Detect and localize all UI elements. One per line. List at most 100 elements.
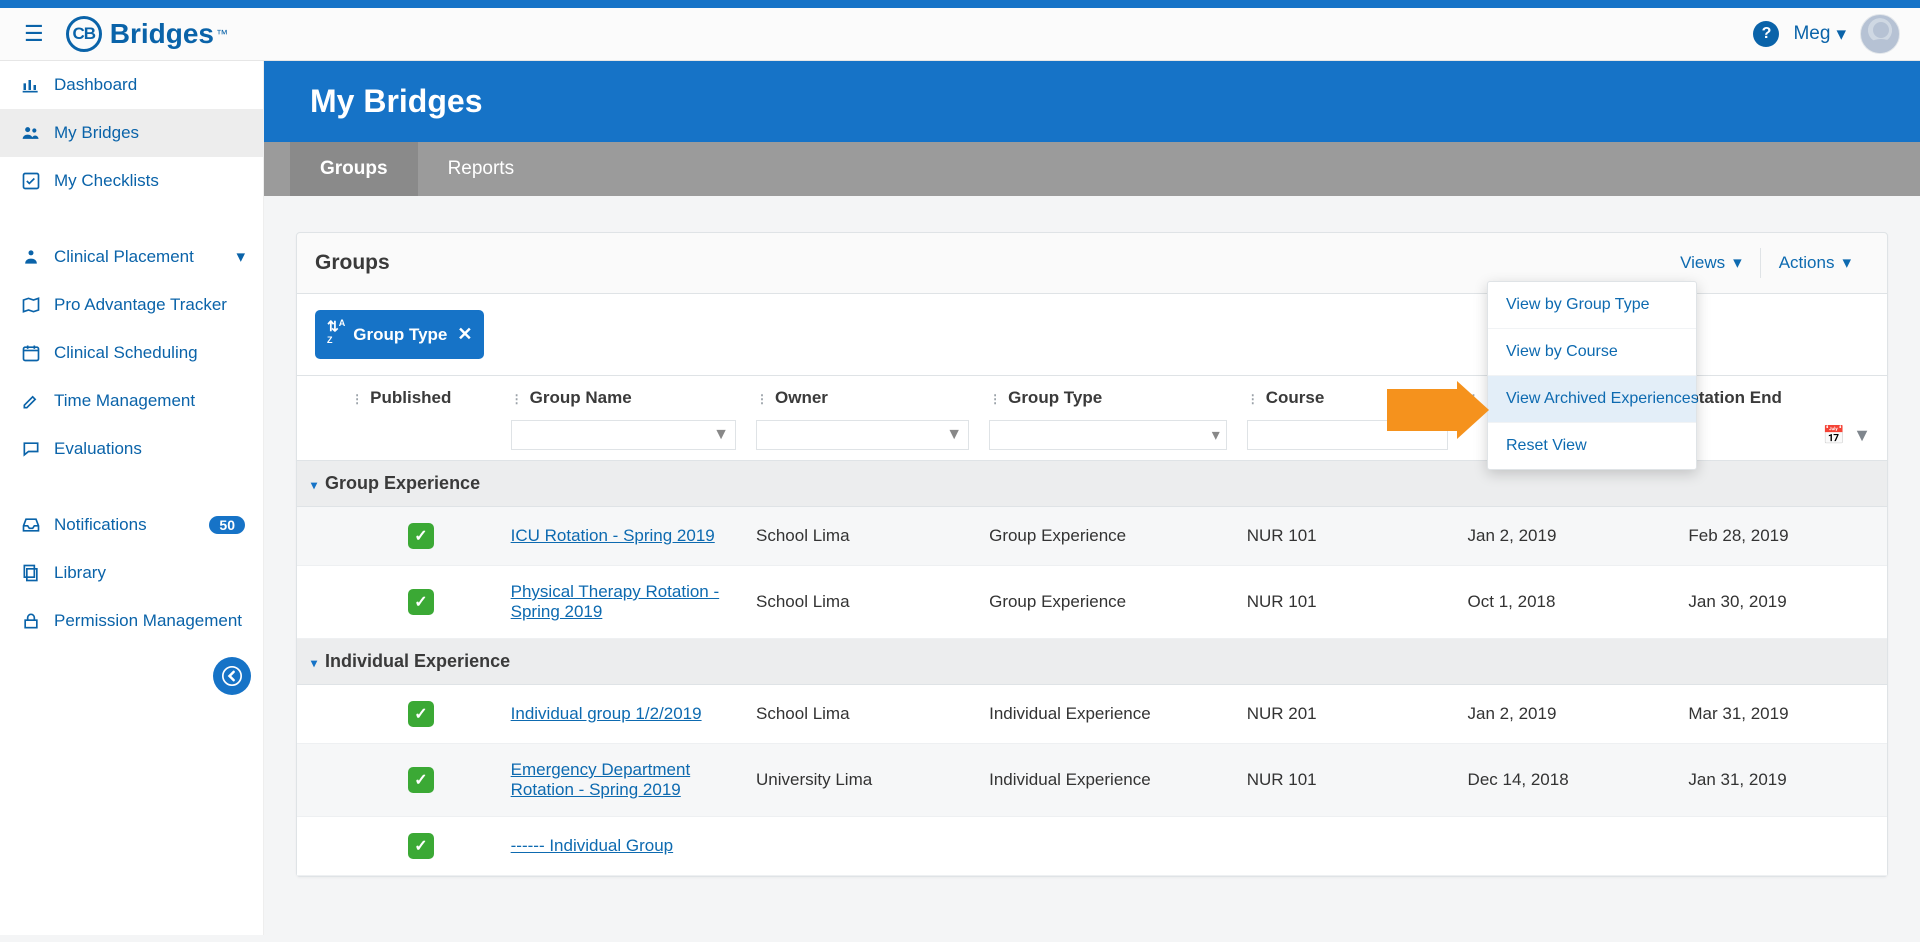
end-cell: Mar 31, 2019: [1678, 685, 1887, 744]
sidebar-item-clinical-placement[interactable]: Clinical Placement ▾: [0, 233, 263, 281]
published-check-icon: ✓: [408, 767, 434, 793]
chip-label: Group Type: [353, 325, 447, 345]
group-header-individual-experience[interactable]: ▾Individual Experience: [297, 639, 1887, 685]
menu-item-view-by-group-type[interactable]: View by Group Type: [1488, 282, 1696, 329]
col-published[interactable]: ⋮Published: [341, 376, 500, 416]
sidebar-item-time-management[interactable]: Time Management: [0, 377, 263, 425]
course-cell: NUR 101: [1237, 507, 1458, 566]
published-check-icon: ✓: [408, 833, 434, 859]
caret-down-icon: ▾: [311, 478, 317, 492]
published-check-icon: ✓: [408, 523, 434, 549]
sidebar-item-evaluations[interactable]: Evaluations: [0, 425, 263, 473]
sidebar-item-pro-advantage-tracker[interactable]: Pro Advantage Tracker: [0, 281, 263, 329]
tab-strip: Groups Reports: [264, 142, 1920, 196]
group-name-link[interactable]: Individual group 1/2/2019: [511, 704, 702, 723]
type-cell: [979, 817, 1237, 876]
col-group-name[interactable]: ⋮Group Name: [501, 376, 746, 416]
owner-cell: School Lima: [746, 566, 979, 639]
col-group-type[interactable]: ⋮Group Type: [979, 376, 1237, 416]
owner-cell: School Lima: [746, 507, 979, 566]
menu-toggle-icon[interactable]: ☰: [14, 15, 54, 53]
sidebar-item-permission-management[interactable]: Permission Management: [0, 597, 263, 645]
users-icon: [18, 123, 44, 143]
group-name-link[interactable]: Physical Therapy Rotation - Spring 2019: [511, 582, 720, 621]
views-dropdown-button[interactable]: Views ▾: [1662, 245, 1760, 281]
table-row[interactable]: ✓ Physical Therapy Rotation - Spring 201…: [297, 566, 1887, 639]
checklist-icon: [18, 171, 44, 191]
sidebar: Dashboard My Bridges My Checklists Clini…: [0, 61, 264, 935]
page-title-bar: My Bridges: [264, 61, 1920, 142]
start-cell: Dec 14, 2018: [1458, 744, 1679, 817]
tab-label: Reports: [448, 158, 515, 179]
caret-down-icon: ▾: [1733, 253, 1742, 273]
menu-item-view-archived-experiences[interactable]: View Archived Experiences: [1488, 376, 1696, 423]
chevron-down-icon: ▾: [236, 247, 245, 267]
sidebar-item-clinical-scheduling[interactable]: Clinical Scheduling: [0, 329, 263, 377]
course-cell: NUR 101: [1237, 744, 1458, 817]
sidebar-item-my-checklists[interactable]: My Checklists: [0, 157, 263, 205]
actions-dropdown-button[interactable]: Actions ▾: [1761, 245, 1869, 281]
menu-item-label: Reset View: [1506, 437, 1587, 454]
table-row[interactable]: ✓ ------ Individual Group: [297, 817, 1887, 876]
sidebar-item-label: My Checklists: [54, 171, 159, 191]
brand-logo[interactable]: CB Bridges™: [66, 16, 228, 52]
menu-item-label: View by Course: [1506, 343, 1618, 360]
calendar-icon: [18, 343, 44, 363]
filter-owner[interactable]: ▼: [756, 420, 969, 450]
table-row[interactable]: ✓ Emergency Department Rotation - Spring…: [297, 744, 1887, 817]
sidebar-item-library[interactable]: Library: [0, 549, 263, 597]
sidebar-item-notifications[interactable]: Notifications 50: [0, 501, 263, 549]
app-header: ☰ CB Bridges™ ? Meg ▾: [0, 8, 1920, 61]
sidebar-item-label: Time Management: [54, 391, 195, 411]
end-cell: [1678, 817, 1887, 876]
collapse-sidebar-button[interactable]: [213, 657, 251, 695]
col-rotation-end[interactable]: otation End: [1678, 376, 1887, 416]
user-name: Meg: [1793, 23, 1830, 45]
filter-group-type[interactable]: ▾: [989, 420, 1227, 450]
type-cell: Individual Experience: [979, 685, 1237, 744]
type-cell: Group Experience: [979, 566, 1237, 639]
menu-item-label: View by Group Type: [1506, 296, 1650, 313]
sidebar-item-label: Evaluations: [54, 439, 142, 459]
table-row[interactable]: ✓ Individual group 1/2/2019 School Lima …: [297, 685, 1887, 744]
col-owner[interactable]: ⋮Owner: [746, 376, 979, 416]
sidebar-item-label: Notifications: [54, 515, 147, 535]
sidebar-item-dashboard[interactable]: Dashboard: [0, 61, 263, 109]
menu-item-reset-view[interactable]: Reset View: [1488, 423, 1696, 469]
start-cell: [1458, 817, 1679, 876]
top-accent-bar: [0, 0, 1920, 8]
date-filter-icons[interactable]: 📅▼: [1688, 425, 1877, 446]
tab-groups[interactable]: Groups: [290, 142, 418, 196]
group-name-link[interactable]: Emergency Department Rotation - Spring 2…: [511, 760, 691, 799]
group-name-link[interactable]: ICU Rotation - Spring 2019: [511, 526, 715, 545]
start-cell: Jan 2, 2019: [1458, 685, 1679, 744]
help-icon[interactable]: ?: [1753, 21, 1779, 47]
sidebar-item-label: Dashboard: [54, 75, 137, 95]
sidebar-item-label: Clinical Placement: [54, 247, 194, 267]
table-row[interactable]: ✓ ICU Rotation - Spring 2019 School Lima…: [297, 507, 1887, 566]
caret-down-icon: ▾: [1836, 23, 1846, 46]
brand-tm: ™: [216, 27, 228, 41]
type-cell: Group Experience: [979, 507, 1237, 566]
start-cell: Oct 1, 2018: [1458, 566, 1679, 639]
start-cell: Jan 2, 2019: [1458, 507, 1679, 566]
filter-course[interactable]: [1247, 420, 1448, 450]
brand-mark-icon: CB: [66, 16, 102, 52]
user-menu[interactable]: Meg ▾: [1793, 23, 1846, 46]
course-cell: [1237, 817, 1458, 876]
filter-group-name[interactable]: ▼: [511, 420, 736, 450]
views-menu: View by Group Type View by Course View A…: [1487, 281, 1697, 470]
col-course[interactable]: ⋮Course: [1237, 376, 1458, 416]
tab-reports[interactable]: Reports: [418, 142, 545, 196]
menu-item-view-by-course[interactable]: View by Course: [1488, 329, 1696, 376]
sidebar-item-my-bridges[interactable]: My Bridges: [0, 109, 263, 157]
end-cell: Jan 31, 2019: [1678, 744, 1887, 817]
group-name-link[interactable]: ------ Individual Group: [511, 836, 674, 855]
group-type-chip[interactable]: ⇅AZ Group Type ✕: [315, 310, 484, 359]
owner-cell: University Lima: [746, 744, 979, 817]
sidebar-item-label: Permission Management: [54, 611, 242, 631]
avatar[interactable]: [1860, 14, 1900, 54]
group-title: Individual Experience: [325, 651, 510, 671]
close-icon[interactable]: ✕: [457, 324, 472, 345]
sidebar-item-label: Pro Advantage Tracker: [54, 295, 227, 315]
